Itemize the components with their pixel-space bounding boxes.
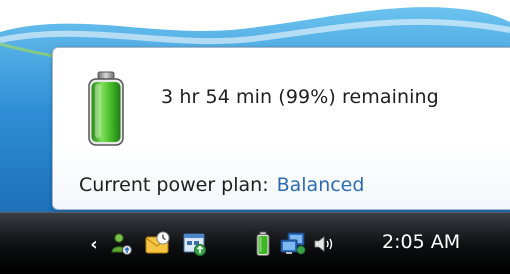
battery-tray-icon[interactable] [254,213,272,275]
volume-icon[interactable] [310,213,338,275]
taskbar: ‹ 2:05 AM [0,212,510,274]
taskbar-clock[interactable]: 2:05 AM [382,231,460,253]
power-plan-row: Current power plan: Balanced [79,174,364,196]
power-plan-link[interactable]: Balanced [277,174,365,196]
power-plan-label: Current power plan: [79,174,269,196]
update-icon[interactable] [180,213,210,275]
outlook-reminder-icon[interactable] [143,213,173,275]
battery-remaining-text: 3 hr 54 min (99%) remaining [161,86,439,108]
show-hidden-icons-chevron-icon[interactable]: ‹ [84,213,104,275]
battery-status-flyout: 3 hr 54 min (99%) remaining Current powe… [52,47,510,210]
battery-large-icon [88,71,124,146]
network-icon[interactable] [278,213,308,275]
user-sync-icon[interactable] [108,213,134,275]
